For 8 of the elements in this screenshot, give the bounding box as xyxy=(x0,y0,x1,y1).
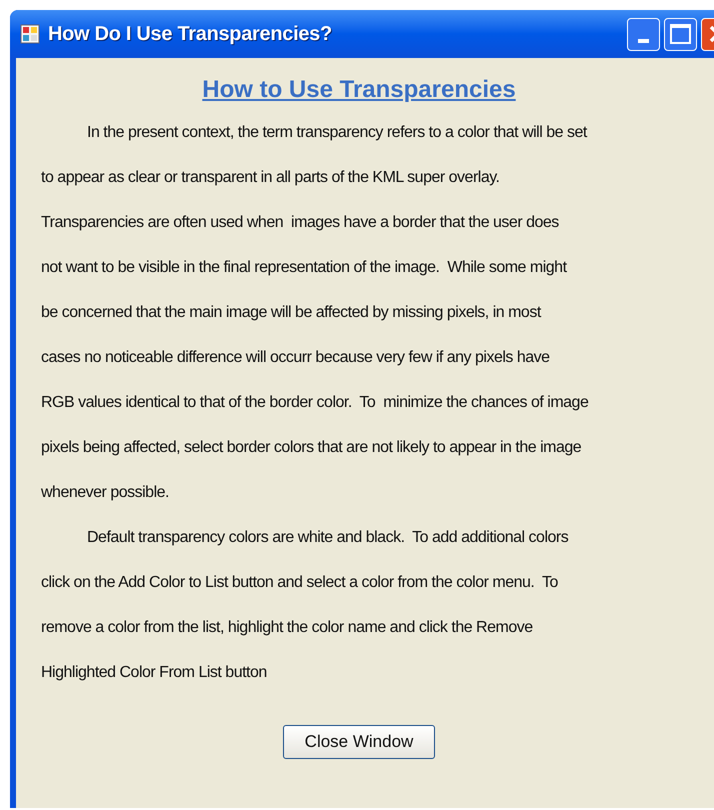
close-window-button[interactable]: Close Window xyxy=(283,725,435,759)
paragraph: In the present context, the term transparency refers to a color that will be set to appear as clear or transparent in all parts of the KML super overlay. Transparencies are often used when images have a border that the user does not want to be visible in the final representation of the image. While some might be concerned that the main image will be affected by missing pixels, in most cases no noticeable difference will occurr because very few if any pixels have RGB values identical to that of the border color. To minimize the chances of image pixels being affected, select border colors that are not likely to appear in the image whenever possible. xyxy=(41,123,588,503)
window-title: How Do I Use Transparencies? xyxy=(48,22,332,47)
minimize-button[interactable] xyxy=(627,18,660,50)
heading-link[interactable]: How to Use Transparencies xyxy=(202,72,516,108)
paragraph: Default transparency colors are white and black. To add additional colors click on the Add Color to List button and select a color from the color menu. To remove a color from the list, highlight the color name and click the Remove Highlighted Color From List button xyxy=(41,528,570,683)
app-icon xyxy=(20,24,40,44)
maximize-button[interactable] xyxy=(664,18,697,50)
